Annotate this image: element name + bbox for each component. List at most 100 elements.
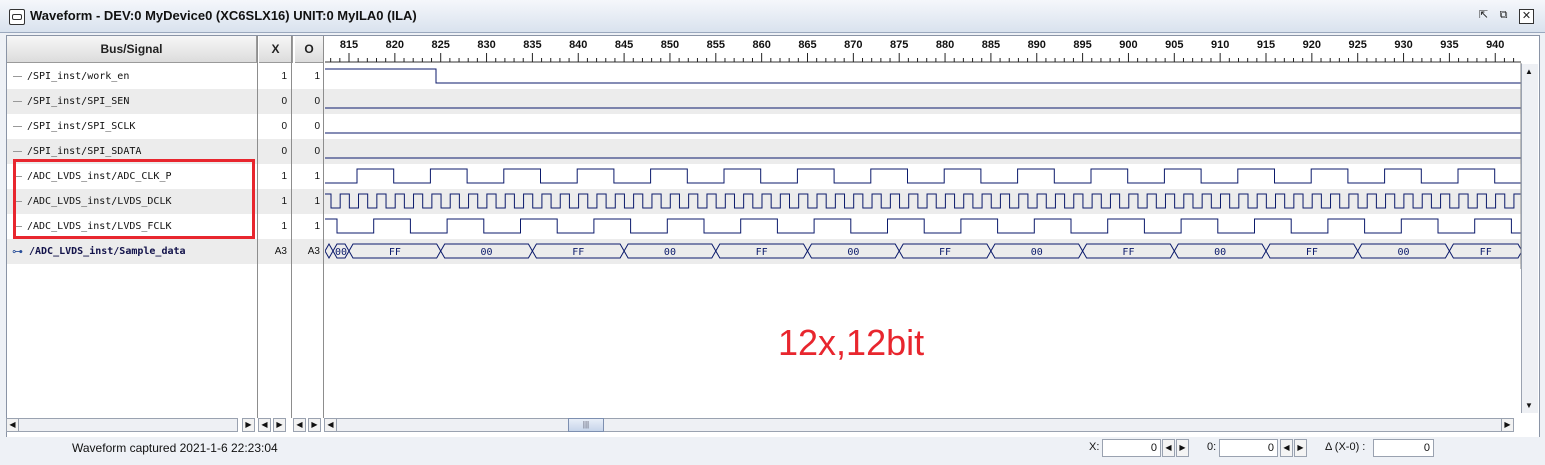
tick-label: 835: [523, 39, 541, 51]
x-next-icon[interactable]: ▶: [1176, 439, 1189, 457]
tree-line: [13, 126, 22, 127]
dock-icon[interactable]: ⇱: [1477, 9, 1490, 22]
vertical-scrollbar[interactable]: [1521, 64, 1538, 413]
scroll-up-icon[interactable]: ▲: [1521, 65, 1537, 79]
signal-name: /SPI_inst/work_en: [27, 71, 130, 82]
tick-label: 870: [844, 39, 862, 51]
tick-label: 930: [1394, 39, 1412, 51]
hscroll-thumb[interactable]: |||: [568, 418, 604, 432]
scroll-right-icon[interactable]: ▶: [1501, 418, 1514, 432]
o-value: 1: [314, 71, 320, 82]
o-prev-icon[interactable]: ◀: [1280, 439, 1293, 457]
scroll-left-icon[interactable]: ◀: [258, 418, 271, 432]
column-divider: [323, 36, 324, 418]
x-value: 0: [281, 146, 287, 157]
tick-label: 815: [340, 39, 358, 51]
tree-line: [13, 151, 22, 152]
tick-label: 840: [569, 39, 587, 51]
tick-label: 820: [386, 39, 404, 51]
o-cursor-label: 0:: [1207, 441, 1217, 453]
x-value: 1: [281, 71, 287, 82]
delta-field: 0: [1373, 439, 1434, 457]
o-next-icon[interactable]: ▶: [1294, 439, 1307, 457]
waveform-area[interactable]: 00 FF 00 FF 00 FF 00 FF 00 FF 00 FF 00 FF: [325, 63, 1522, 269]
column-divider: [257, 36, 258, 418]
x-prev-icon[interactable]: ◀: [1162, 439, 1175, 457]
x-value: 1: [281, 196, 287, 207]
signal-name: /ADC_LVDS_inst/Sample_data: [29, 246, 186, 257]
tick-label: 940: [1486, 39, 1504, 51]
tick-label: 850: [661, 39, 679, 51]
tick-label: 830: [477, 39, 495, 51]
scroll-right-icon[interactable]: ▶: [273, 418, 286, 432]
bus-value: 00: [1031, 247, 1043, 258]
scroll-left-icon[interactable]: ◀: [6, 418, 19, 432]
tick-label: 860: [752, 39, 770, 51]
column-divider: [291, 36, 292, 418]
lvds-fclk-trace: [325, 218, 1522, 234]
tick-label: 825: [432, 39, 450, 51]
bus-value: 00: [1214, 247, 1226, 258]
tick-label: 905: [1165, 39, 1183, 51]
x-cursor-field[interactable]: 0: [1102, 439, 1161, 457]
scroll-down-icon[interactable]: ▼: [1521, 399, 1537, 413]
bus-value: 00: [481, 247, 493, 258]
x-cursor-label: X:: [1089, 441, 1100, 453]
signal-name: /SPI_inst/SPI_SCLK: [27, 121, 136, 132]
bus-value: FF: [1306, 247, 1318, 258]
tree-line: [13, 101, 22, 102]
bus-value: 00: [335, 247, 347, 258]
bus-segment: [325, 242, 334, 260]
bus-value: FF: [939, 247, 951, 258]
highlight-box: [13, 159, 255, 239]
o-column-header[interactable]: O: [295, 36, 324, 63]
o-cursor-field[interactable]: 0: [1219, 439, 1278, 457]
bus-value: FF: [756, 247, 768, 258]
tick-label: 895: [1073, 39, 1091, 51]
scroll-right-icon[interactable]: ▶: [242, 418, 255, 432]
scroll-left-icon[interactable]: ◀: [293, 418, 306, 432]
signal-name-cell[interactable]: /SPI_inst/SPI_SEN: [7, 89, 257, 114]
bus-value: 00: [1398, 247, 1410, 258]
scroll-right-icon[interactable]: ▶: [308, 418, 321, 432]
work-en-trace: [325, 68, 1522, 84]
signal-name-cell[interactable]: /SPI_inst/SPI_SCLK: [7, 114, 257, 139]
window-title: Waveform - DEV:0 MyDevice0 (XC6SLX16) UN…: [30, 8, 417, 23]
tick-label: 855: [707, 39, 725, 51]
maximize-icon[interactable]: ⧉: [1497, 9, 1510, 22]
signal-hscrollbar[interactable]: [6, 418, 238, 432]
tick-label: 890: [1028, 39, 1046, 51]
bus-value: FF: [572, 247, 584, 258]
bus-expand-icon[interactable]: ⊶: [12, 239, 23, 264]
bus-value: FF: [1122, 247, 1134, 258]
tick-label: 910: [1211, 39, 1229, 51]
tree-line: [13, 76, 22, 77]
bus-value: 00: [847, 247, 859, 258]
scroll-left-icon[interactable]: ◀: [324, 418, 337, 432]
o-value: 1: [314, 171, 320, 182]
tick-label: 865: [798, 39, 816, 51]
x-value: 0: [281, 121, 287, 132]
bus-signal-header[interactable]: Bus/Signal: [7, 36, 257, 63]
tick-label: 885: [982, 39, 1000, 51]
tick-label: 920: [1303, 39, 1321, 51]
bus-value: 00: [664, 247, 676, 258]
x-column-header[interactable]: X: [259, 36, 293, 63]
tick-label: 925: [1349, 39, 1367, 51]
waveform-hscrollbar[interactable]: [324, 418, 1514, 432]
o-value: 0: [314, 121, 320, 132]
signal-name: /SPI_inst/SPI_SEN: [27, 96, 130, 107]
status-bar: Waveform captured 2021-1-6 22:23:04 X: 0…: [0, 437, 1545, 465]
o-value: 0: [314, 96, 320, 107]
waveform-app-icon: [9, 9, 25, 25]
signal-name-cell[interactable]: ⊶ /ADC_LVDS_inst/Sample_data: [7, 239, 257, 264]
timeline-ruler[interactable]: 815 820 825 830 835 840 845 850 855 860 865 870 875 8…: [325, 36, 1521, 63]
o-value: 1: [314, 221, 320, 232]
signal-name-cell[interactable]: /SPI_inst/work_en: [7, 64, 257, 89]
o-value: A3: [307, 246, 320, 257]
close-icon[interactable]: ✕: [1519, 9, 1534, 24]
adc-clk-p-trace: [325, 168, 1522, 184]
tick-label: 935: [1440, 39, 1458, 51]
delta-label: Δ (X-0) :: [1325, 441, 1366, 453]
o-value: 0: [314, 146, 320, 157]
